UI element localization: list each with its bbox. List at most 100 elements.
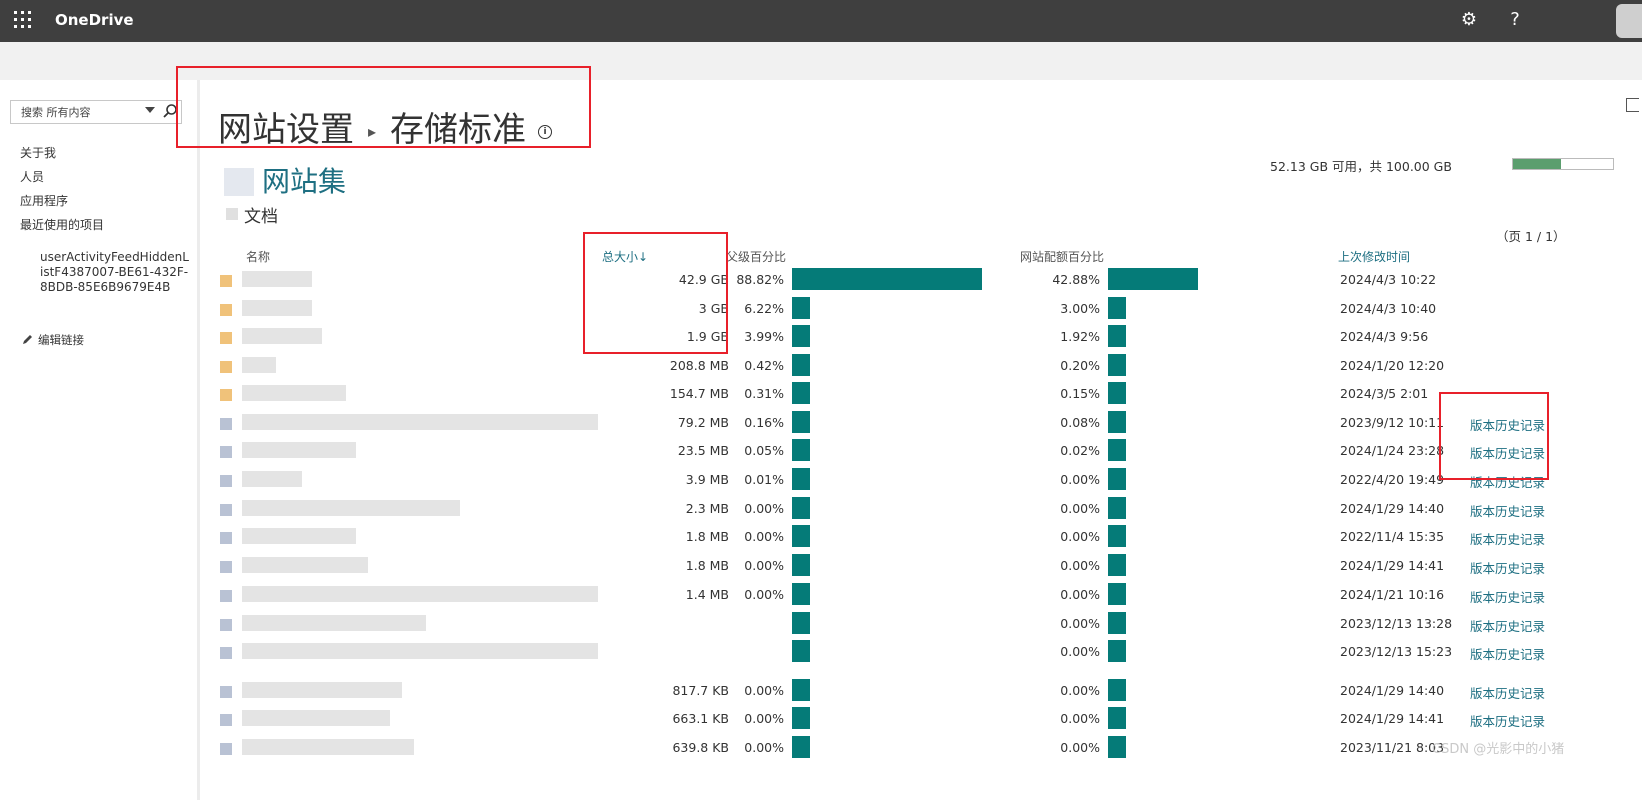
item-name-link[interactable] [242, 471, 302, 487]
parent-percent: 3.99% [744, 329, 784, 344]
quota-percent-bar [1108, 382, 1126, 404]
avatar[interactable] [1616, 4, 1642, 38]
parent-percent-bar [792, 640, 810, 662]
file-icon [220, 561, 232, 573]
quota-percent: 0.00% [1060, 587, 1100, 602]
quota-percent-bar [1108, 736, 1126, 758]
quota-percent-bar [1108, 439, 1126, 461]
table-row[interactable]: 79.2 MB 0.16% 0.08% 2023/9/12 10:11 版本历史记录 [200, 409, 1642, 437]
item-name-link[interactable] [242, 442, 356, 458]
total-size: 208.8 MB [669, 358, 729, 373]
nav-recent[interactable]: 最近使用的项目 [20, 216, 104, 233]
table-row[interactable]: 42.9 GB 88.82% 42.88% 2024/4/3 10:22 [200, 266, 1642, 294]
item-name-link[interactable] [242, 300, 312, 316]
recent-item-link[interactable]: userActivityFeedHiddenListF4387007-BE61-… [40, 250, 190, 295]
total-size: 2.3 MB [685, 501, 729, 516]
help-icon[interactable]: ? [1504, 9, 1526, 31]
version-history-link[interactable]: 版本历史记录 [1470, 683, 1545, 702]
quota-percent-bar [1108, 707, 1126, 729]
file-icon [220, 714, 232, 726]
app-launcher-icon[interactable] [14, 11, 32, 29]
column-header-name[interactable]: 名称 [246, 248, 270, 265]
last-modified: 2022/4/20 19:49 [1340, 472, 1445, 487]
folder-icon [220, 389, 232, 401]
quota-percent-bar [1108, 411, 1126, 433]
watermark: CSDN @光影中的小猪 [1432, 742, 1565, 757]
quota-percent: 0.00% [1060, 501, 1100, 516]
item-name-link[interactable] [242, 414, 598, 430]
quota-percent-bar [1108, 497, 1126, 519]
edit-links-button[interactable]: 编辑链接 [22, 332, 84, 348]
version-history-link[interactable]: 版本历史记录 [1470, 711, 1545, 730]
quota-percent-bar [1108, 640, 1126, 662]
table-row[interactable]: 0.00% 2023/12/13 13:28 版本历史记录 [200, 610, 1642, 638]
item-name-link[interactable] [242, 682, 402, 698]
table-row[interactable]: 1.8 MB 0.00% 0.00% 2022/11/4 15:35 版本历史记录 [200, 523, 1642, 551]
table-row[interactable]: 3 GB 6.22% 3.00% 2024/4/3 10:40 [200, 295, 1642, 323]
parent-percent: 0.00% [744, 558, 784, 573]
quota-percent: 3.00% [1060, 301, 1100, 316]
parent-percent-bar [792, 325, 810, 347]
version-history-link[interactable]: 版本历史记录 [1470, 501, 1545, 520]
item-name-link[interactable] [242, 643, 598, 659]
table-row[interactable]: 1.9 GB 3.99% 1.92% 2024/4/3 9:56 [200, 323, 1642, 351]
table-row[interactable]: 663.1 KB 0.00% 0.00% 2024/1/29 14:41 版本历史记录 [200, 705, 1642, 733]
item-name-link[interactable] [242, 528, 356, 544]
item-name-link[interactable] [242, 586, 598, 602]
table-row[interactable]: 208.8 MB 0.42% 0.20% 2024/1/20 12:20 [200, 352, 1642, 380]
table-row[interactable]: 154.7 MB 0.31% 0.15% 2024/3/5 2:01 [200, 380, 1642, 408]
table-row[interactable]: 0.00% 2023/12/13 15:23 版本历史记录 [200, 638, 1642, 666]
nav-about-me[interactable]: 关于我 [20, 144, 56, 161]
nav-apps[interactable]: 应用程序 [20, 192, 68, 209]
table-row[interactable]: 3.9 MB 0.01% 0.00% 2022/4/20 19:49 版本历史记录 [200, 466, 1642, 494]
parent-percent-bar [792, 612, 810, 634]
parent-percent-bar [792, 354, 810, 376]
search-scope-dropdown-icon[interactable] [145, 107, 155, 113]
library-icon [226, 208, 238, 220]
search-input[interactable]: 搜索 所有内容 [10, 100, 182, 124]
last-modified: 2023/9/12 10:11 [1340, 415, 1445, 430]
gear-icon[interactable]: ⚙ [1458, 9, 1480, 31]
table-row[interactable]: 817.7 KB 0.00% 0.00% 2024/1/29 14:40 版本历史记录 [200, 677, 1642, 705]
last-modified: 2024/1/24 23:28 [1340, 443, 1445, 458]
quota-percent: 0.00% [1060, 740, 1100, 755]
quota-percent-bar [1108, 679, 1126, 701]
quota-percent: 0.15% [1060, 386, 1100, 401]
total-size: 3.9 MB [685, 472, 729, 487]
column-header-quota-pct[interactable]: 网站配额百分比 [1020, 248, 1104, 265]
item-name-link[interactable] [242, 739, 414, 755]
item-name-link[interactable] [242, 357, 276, 373]
version-history-link[interactable]: 版本历史记录 [1470, 644, 1545, 663]
search-placeholder: 搜索 所有内容 [21, 106, 91, 119]
nav-people[interactable]: 人员 [20, 168, 44, 185]
folder-icon [220, 304, 232, 316]
version-history-link[interactable]: 版本历史记录 [1470, 558, 1545, 577]
item-name-link[interactable] [242, 557, 368, 573]
table-row[interactable]: 2.3 MB 0.00% 0.00% 2024/1/29 14:40 版本历史记录 [200, 495, 1642, 523]
file-icon [220, 619, 232, 631]
item-name-link[interactable] [242, 710, 390, 726]
quota-percent-bar [1108, 468, 1126, 490]
table-row[interactable]: 1.8 MB 0.00% 0.00% 2024/1/29 14:41 版本历史记录 [200, 552, 1642, 580]
table-row[interactable]: 1.4 MB 0.00% 0.00% 2024/1/21 10:16 版本历史记录 [200, 581, 1642, 609]
section-title[interactable]: 网站集 [262, 160, 346, 200]
item-name-link[interactable] [242, 328, 322, 344]
total-size: 79.2 MB [677, 415, 729, 430]
highlight-box-title [176, 66, 591, 148]
version-history-link[interactable]: 版本历史记录 [1470, 529, 1545, 548]
table-row[interactable]: 639.8 KB 0.00% 0.00% 2023/11/21 8:03 [200, 734, 1642, 762]
app-title[interactable]: OneDrive [55, 0, 134, 40]
parent-percent: 0.42% [744, 358, 784, 373]
item-name-link[interactable] [242, 615, 426, 631]
table-row[interactable]: 23.5 MB 0.05% 0.02% 2024/1/24 23:28 版本历史记录 [200, 437, 1642, 465]
version-history-link[interactable]: 版本历史记录 [1470, 616, 1545, 635]
column-header-modified[interactable]: 上次修改时间 [1338, 248, 1410, 265]
last-modified: 2024/1/20 12:20 [1340, 358, 1445, 373]
item-name-link[interactable] [242, 500, 460, 516]
item-name-link[interactable] [242, 271, 312, 287]
column-header-parent-pct[interactable]: 父级百分比 [726, 248, 786, 265]
last-modified: 2024/4/3 10:22 [1340, 272, 1437, 287]
sub-title[interactable]: 文档 [244, 202, 278, 227]
version-history-link[interactable]: 版本历史记录 [1470, 587, 1545, 606]
item-name-link[interactable] [242, 385, 346, 401]
